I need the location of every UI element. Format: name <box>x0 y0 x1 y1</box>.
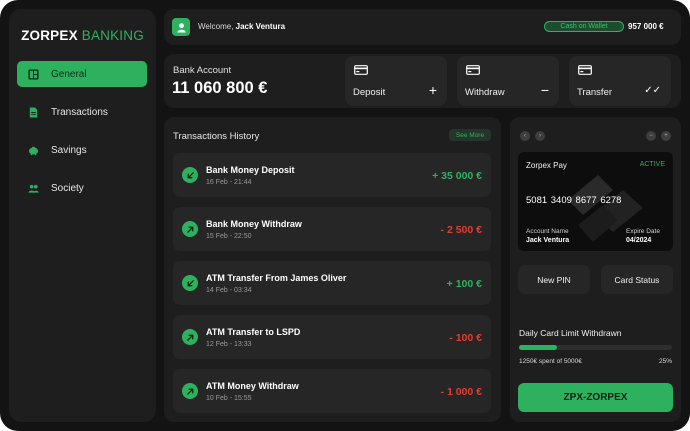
chevron-right-icon[interactable]: › <box>535 131 545 141</box>
user-icon <box>176 22 186 33</box>
sidebar-item-label: Savings <box>51 144 87 156</box>
credit-card-icon <box>578 65 592 75</box>
deposit-button[interactable]: Deposit + <box>345 56 447 106</box>
cash-amount: 957 000 € <box>628 22 664 31</box>
zpx-zorpex-button[interactable]: ZPX-ZORPEX <box>518 383 673 412</box>
card-panel: ‹ › − + Zorpex Pay ACTIVE 5081 3409 8677… <box>510 117 681 422</box>
transaction-row[interactable]: Bank Money Deposit 16 Feb - 21:44 + 35 0… <box>173 153 491 197</box>
transaction-row[interactable]: Bank Money Withdraw 15 Feb - 22:50 - 2 5… <box>173 207 491 251</box>
sidebar: ZORPEX BANKING General Transactions Savi… <box>9 9 156 422</box>
expire-date-value: 04/2024 <box>626 237 652 244</box>
piggy-bank-icon <box>27 144 39 156</box>
sidebar-item-savings[interactable]: Savings <box>17 137 147 163</box>
arrow-down-left-icon <box>182 167 198 183</box>
credit-card-icon <box>466 65 480 75</box>
brand-name-secondary: BANKING <box>81 28 144 43</box>
user-name: Jack Ventura <box>235 22 286 31</box>
daily-limit-progress-fill <box>519 345 558 350</box>
group-icon <box>27 182 39 194</box>
transaction-amount: - 1 000 € <box>440 386 482 398</box>
minus-icon: − <box>540 82 549 98</box>
avatar[interactable] <box>172 18 190 36</box>
brand-logo: ZORPEX BANKING <box>9 28 156 43</box>
transaction-name: ATM Transfer From James Oliver <box>206 273 347 283</box>
daily-limit-percent: 25% <box>658 358 672 365</box>
card-status-button[interactable]: Card Status <box>601 265 673 294</box>
bank-account-panel: Bank Account 11 060 800 € Deposit + With… <box>164 54 681 108</box>
new-pin-button[interactable]: New PIN <box>518 265 590 294</box>
chevron-left-icon[interactable]: ‹ <box>520 131 530 141</box>
transactions-history-panel: Transactions History See More Bank Money… <box>164 117 501 422</box>
transaction-date: 14 Feb - 03:34 <box>206 287 252 294</box>
transaction-amount: + 100 € <box>446 278 482 290</box>
bank-account-label: Bank Account <box>173 65 232 76</box>
minus-circle-icon[interactable]: − <box>646 131 656 141</box>
transaction-amount: - 100 € <box>449 332 482 344</box>
card-status-badge: ACTIVE <box>639 161 665 168</box>
credit-card-icon <box>354 65 368 75</box>
account-name-value: Jack Ventura <box>526 237 570 244</box>
double-check-icon: ✓✓ <box>644 85 661 96</box>
bank-account-balance: 11 060 800 € <box>172 79 268 97</box>
transaction-date: 15 Feb - 22:50 <box>206 233 252 240</box>
sidebar-item-label: Society <box>51 182 84 194</box>
transaction-name: ATM Money Withdraw <box>206 381 299 391</box>
arrow-up-right-icon <box>182 383 198 399</box>
transaction-name: Bank Money Deposit <box>206 165 295 175</box>
transaction-amount: + 35 000 € <box>432 170 482 182</box>
transaction-date: 16 Feb - 21:44 <box>206 179 252 186</box>
sidebar-item-general[interactable]: General <box>17 61 147 87</box>
transfer-label: Transfer <box>577 87 613 98</box>
arrow-down-left-icon <box>182 275 198 291</box>
daily-limit-progress <box>519 345 672 350</box>
plus-circle-icon[interactable]: + <box>661 131 671 141</box>
credit-card: Zorpex Pay ACTIVE 5081 3409 8677 6278 Ac… <box>518 152 673 251</box>
card-brand: Zorpex Pay <box>526 161 567 170</box>
welcome-text: Welcome, Jack Ventura <box>198 22 285 31</box>
top-header: Welcome, Jack Ventura Cash on Wallet 957… <box>164 9 681 45</box>
transaction-name: ATM Transfer to LSPD <box>206 327 301 337</box>
arrow-up-right-icon <box>182 329 198 345</box>
transactions-title: Transactions History <box>173 131 260 142</box>
transaction-row[interactable]: ATM Money Withdraw 10 Feb - 15:55 - 1 00… <box>173 369 491 413</box>
sidebar-item-society[interactable]: Society <box>17 175 147 201</box>
transaction-date: 10 Feb - 15:55 <box>206 395 252 402</box>
transaction-row[interactable]: ATM Transfer From James Oliver 14 Feb - … <box>173 261 491 305</box>
transaction-name: Bank Money Withdraw <box>206 219 302 229</box>
sidebar-item-label: Transactions <box>51 106 108 118</box>
see-more-button[interactable]: See More <box>449 129 491 141</box>
daily-limit-title: Daily Card Limit Withdrawn <box>519 328 622 338</box>
welcome-prefix: Welcome, <box>198 22 234 31</box>
app-window: ZORPEX BANKING General Transactions Savi… <box>0 0 690 431</box>
deposit-label: Deposit <box>353 87 386 98</box>
withdraw-label: Withdraw <box>465 87 505 98</box>
plus-icon: + <box>428 82 437 98</box>
brand-name-primary: ZORPEX <box>21 28 78 43</box>
withdraw-button[interactable]: Withdraw − <box>457 56 559 106</box>
sidebar-item-label: General <box>51 68 87 80</box>
sidebar-item-transactions[interactable]: Transactions <box>17 99 147 125</box>
dashboard-icon <box>27 68 39 80</box>
transaction-date: 12 Feb - 13:33 <box>206 341 252 348</box>
card-number: 5081 3409 8677 6278 <box>526 195 622 206</box>
cash-on-wallet-badge: Cash on Wallet <box>544 21 624 32</box>
account-name-label: Account Name <box>526 228 569 235</box>
arrow-up-right-icon <box>182 221 198 237</box>
daily-limit-spent: 1250€ spent of 5000€ <box>519 358 582 365</box>
document-icon <box>27 106 39 118</box>
transaction-amount: - 2 500 € <box>440 224 482 236</box>
transaction-row[interactable]: ATM Transfer to LSPD 12 Feb - 13:33 - 10… <box>173 315 491 359</box>
transfer-button[interactable]: Transfer ✓✓ <box>569 56 671 106</box>
expire-date-label: Expire Date <box>626 228 660 235</box>
